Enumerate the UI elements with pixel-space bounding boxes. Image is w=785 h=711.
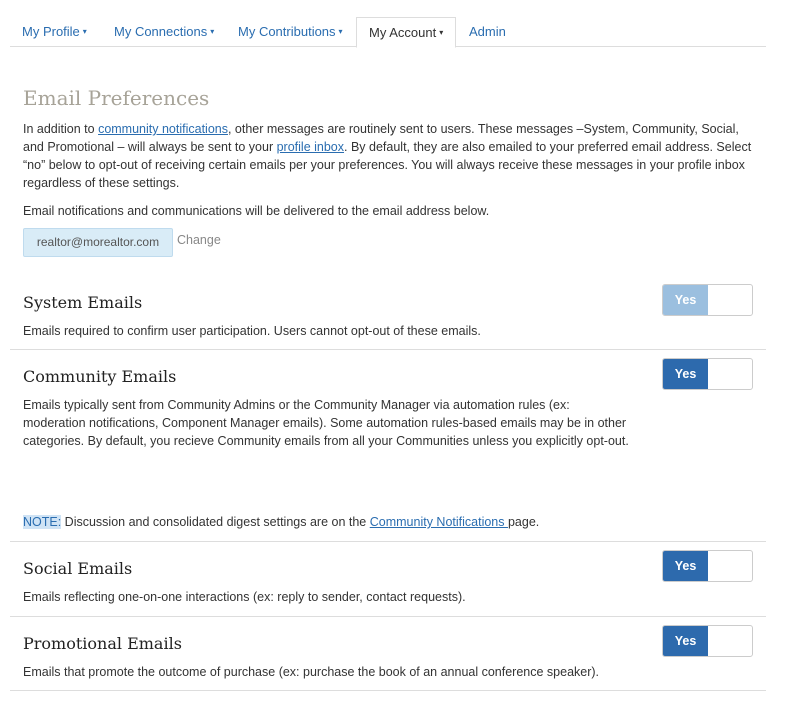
community-emails-title: Community Emails [23, 367, 177, 386]
promotional-emails-description: Emails that promote the outcome of purch… [23, 665, 600, 679]
section-divider [10, 616, 766, 617]
promotional-emails-toggle[interactable]: Yes [662, 625, 753, 657]
toggle-yes-label: Yes [663, 359, 708, 389]
social-emails-title: Social Emails [23, 559, 133, 578]
tab-my-contributions[interactable]: My Contributions ▾ [226, 17, 355, 47]
social-emails-description: Emails reflecting one-on-one interaction… [23, 590, 466, 604]
system-emails-toggle: Yes [662, 284, 753, 316]
tab-label: My Account [369, 25, 437, 40]
system-emails-description: Emails required to confirm user particip… [23, 324, 481, 338]
email-preferences-page: My Profile ▾ My Connections ▾ My Contribut… [0, 0, 785, 711]
caret-down-icon: ▾ [338, 27, 343, 36]
tab-label: My Profile [22, 24, 80, 39]
promotional-emails-title: Promotional Emails [23, 634, 182, 653]
page-title: Email Preferences [23, 86, 210, 110]
change-email-link[interactable]: Change [177, 233, 221, 247]
intro-text: In addition to [23, 122, 99, 136]
community-emails-toggle[interactable]: Yes [662, 358, 753, 390]
digest-note: NOTE: Discussion and consolidated digest… [23, 513, 539, 531]
note-text: Discussion and consolidated digest setti… [61, 515, 370, 529]
community-notifications-page-link[interactable]: Community Notifications [370, 515, 508, 529]
social-emails-toggle[interactable]: Yes [662, 550, 753, 582]
section-divider [10, 349, 766, 350]
tab-label: My Contributions [238, 24, 336, 39]
tab-my-profile[interactable]: My Profile ▾ [10, 17, 99, 47]
section-divider [10, 541, 766, 542]
profile-inbox-link[interactable]: profile inbox [277, 140, 344, 154]
toggle-yes-label: Yes [663, 285, 708, 315]
section-divider [10, 690, 766, 691]
caret-down-icon: ▾ [210, 27, 215, 36]
tab-my-connections[interactable]: My Connections ▾ [102, 17, 226, 47]
tab-my-account[interactable]: My Account ▾ [356, 17, 457, 48]
community-notifications-link[interactable]: community notifications [98, 122, 228, 136]
caret-down-icon: ▾ [439, 28, 444, 37]
email-address-field[interactable]: realtor@morealtor.com [23, 228, 173, 257]
note-label: NOTE: [23, 515, 62, 529]
intro-paragraph: In addition to community notifications, … [23, 120, 758, 192]
note-text: page. [507, 515, 540, 529]
caret-down-icon: ▾ [82, 27, 87, 36]
tab-label: My Connections [114, 24, 208, 39]
system-emails-title: System Emails [23, 293, 143, 312]
delivery-info: Email notifications and communications w… [23, 204, 490, 218]
toggle-yes-label: Yes [663, 551, 708, 581]
community-emails-description: Emails typically sent from Community Adm… [23, 398, 629, 448]
account-tabs: My Profile ▾ My Connections ▾ My Contribut… [10, 17, 766, 48]
toggle-yes-label: Yes [663, 626, 708, 656]
tab-admin[interactable]: Admin [457, 17, 518, 47]
tab-label: Admin [469, 24, 506, 39]
